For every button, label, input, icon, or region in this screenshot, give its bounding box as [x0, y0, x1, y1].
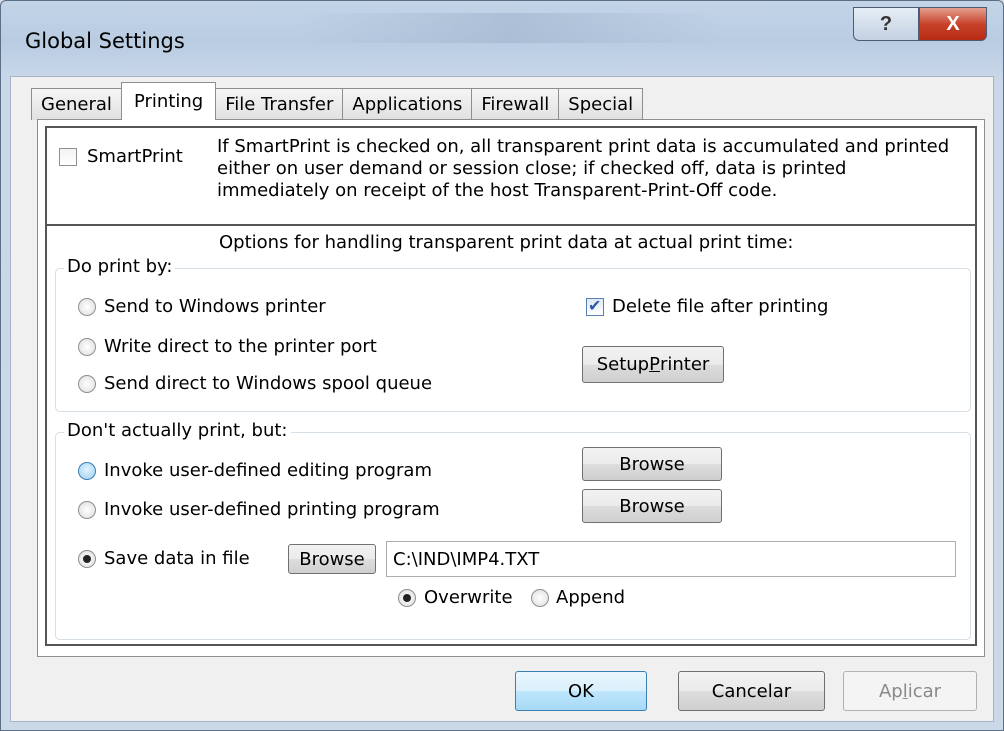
smartprint-label[interactable]: SmartPrint — [87, 146, 183, 167]
radio-append[interactable] — [531, 589, 549, 607]
delete-after-printing-checkbox[interactable] — [586, 296, 604, 316]
radio-save-in-file[interactable] — [78, 550, 96, 568]
radio-write-printer-port[interactable] — [78, 338, 96, 356]
do-print-group: Do print by: Send to Windows printer Wri… — [55, 256, 971, 412]
dont-print-group: Don't actually print, but: Invoke user-d… — [55, 420, 971, 640]
delete-after-printing-label[interactable]: Delete file after printing — [612, 296, 828, 317]
browse-editing-button[interactable]: Browse — [582, 447, 722, 481]
file-path-input[interactable]: C:\IND\IMP4.TXT — [386, 541, 956, 577]
close-icon: X — [946, 12, 960, 35]
label-send-spool-queue[interactable]: Send direct to Windows spool queue — [104, 373, 432, 394]
tab-applications[interactable]: Applications — [342, 88, 473, 120]
label-overwrite[interactable]: Overwrite — [424, 587, 513, 608]
smartprint-checkbox[interactable] — [59, 148, 77, 166]
setup-printer-label-post: rinter — [659, 354, 710, 375]
radio-overwrite[interactable] — [398, 589, 416, 607]
tab-special[interactable]: Special — [558, 88, 644, 120]
dialog-window: Global Settings ? X General Printing Fil… — [0, 0, 1004, 731]
help-icon: ? — [879, 12, 893, 35]
radio-invoke-printing[interactable] — [78, 501, 96, 519]
label-invoke-printing[interactable]: Invoke user-defined printing program — [104, 499, 440, 520]
tab-printing[interactable]: Printing — [120, 82, 217, 120]
radio-send-windows-printer[interactable] — [78, 298, 96, 316]
smartprint-section: SmartPrint If SmartPrint is checked on, … — [47, 128, 975, 226]
printing-panel: SmartPrint If SmartPrint is checked on, … — [45, 126, 977, 646]
browse-printing-button[interactable]: Browse — [582, 489, 722, 523]
setup-printer-accel: P — [649, 354, 660, 375]
apply-label-post: icar — [907, 680, 942, 702]
label-invoke-editing[interactable]: Invoke user-defined editing program — [104, 460, 432, 481]
dont-print-legend: Don't actually print, but: — [64, 420, 291, 441]
help-button[interactable]: ? — [853, 7, 919, 41]
title-bar[interactable]: Global Settings ? X — [1, 1, 1003, 77]
background-blur — [301, 13, 721, 43]
options-heading: Options for handling transparent print d… — [219, 232, 794, 253]
tab-firewall[interactable]: Firewall — [471, 88, 560, 120]
label-send-windows-printer[interactable]: Send to Windows printer — [104, 296, 326, 317]
apply-label-pre: Ap — [878, 680, 903, 702]
label-save-in-file[interactable]: Save data in file — [104, 548, 250, 569]
tab-general[interactable]: General — [31, 88, 122, 120]
label-write-printer-port[interactable]: Write direct to the printer port — [104, 336, 377, 357]
tab-strip: General Printing File Transfer Applicati… — [31, 82, 644, 120]
window-title: Global Settings — [25, 29, 185, 53]
apply-button[interactable]: Ap l icar — [843, 671, 977, 711]
setup-printer-label-pre: Setup — [596, 354, 650, 375]
browse-file-button[interactable]: Browse — [288, 544, 376, 574]
tab-file-transfer[interactable]: File Transfer — [215, 88, 344, 120]
radio-send-spool-queue[interactable] — [78, 375, 96, 393]
radio-invoke-editing[interactable] — [78, 462, 96, 480]
label-append[interactable]: Append — [556, 587, 625, 608]
do-print-legend: Do print by: — [64, 256, 176, 277]
ok-button[interactable]: OK — [515, 671, 647, 711]
setup-printer-button[interactable]: Setup Printer — [582, 346, 724, 383]
smartprint-description: If SmartPrint is checked on, all transpa… — [217, 136, 950, 201]
cancel-button[interactable]: Cancelar — [678, 671, 825, 711]
close-button[interactable]: X — [919, 7, 987, 41]
